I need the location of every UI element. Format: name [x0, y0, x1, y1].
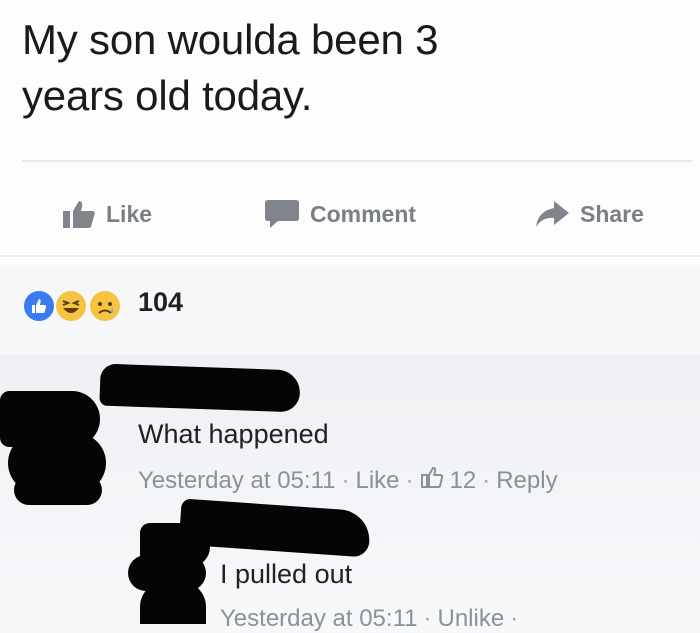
- comment-2-timestamp[interactable]: Yesterday at 05:11: [220, 605, 417, 633]
- thumbs-up-icon: [62, 199, 96, 229]
- comment-2-unlike-link[interactable]: Unlike: [437, 605, 504, 633]
- comment-icon: [264, 198, 300, 230]
- comment-1-timestamp[interactable]: Yesterday at 05:11: [138, 467, 335, 495]
- like-label: Like: [106, 200, 153, 227]
- share-button[interactable]: Share: [534, 192, 644, 236]
- comment-1-meta: Yesterday at 05:11 · Like · 12 · Reply: [138, 465, 558, 496]
- post-divider: [22, 160, 692, 162]
- reactions-summary[interactable]: 104: [0, 265, 700, 355]
- separator-dot: ·: [341, 466, 350, 494]
- redacted-avatar-2c: [140, 581, 206, 624]
- comments-section: What happened Yesterday at 05:11 · Like …: [0, 355, 700, 632]
- share-arrow-icon: [534, 199, 570, 229]
- redacted-name-1: [99, 363, 301, 413]
- post: My son woulda been 3 years old today. Li…: [0, 0, 700, 265]
- separator-dot: ·: [423, 605, 432, 632]
- comment-1-reply-link[interactable]: Reply: [496, 467, 557, 495]
- like-reaction-icon: [22, 289, 56, 323]
- actions-divider: [0, 255, 700, 257]
- comment-1-text: What happened: [138, 419, 329, 449]
- post-text: My son woulda been 3 years old today.: [22, 12, 642, 124]
- separator-dot: ·: [405, 466, 414, 494]
- comment-button[interactable]: Comment: [264, 192, 416, 236]
- separator-dot: ·: [510, 605, 519, 632]
- like-button[interactable]: Like: [62, 192, 152, 236]
- haha-reaction-icon: [54, 289, 88, 323]
- comment-1-like-count[interactable]: 12: [450, 467, 477, 495]
- post-actions-bar: Like Comment Share: [0, 180, 700, 250]
- sad-reaction-icon: [88, 289, 122, 323]
- post-text-line-1: My son woulda been 3: [22, 16, 439, 63]
- reaction-count[interactable]: 104: [138, 287, 183, 318]
- comment-2-text: I pulled out: [220, 559, 353, 589]
- comment-label: Comment: [310, 200, 417, 227]
- post-text-line-2: years old today.: [22, 72, 313, 119]
- comment-2-meta: Yesterday at 05:11 · Unlike ·: [220, 605, 518, 633]
- thumbs-up-outline-icon: [420, 465, 444, 496]
- comment-1-like-link[interactable]: Like: [355, 467, 399, 495]
- share-label: Share: [580, 200, 644, 227]
- separator-dot: ·: [482, 466, 491, 494]
- redacted-avatar-1c: [14, 475, 102, 505]
